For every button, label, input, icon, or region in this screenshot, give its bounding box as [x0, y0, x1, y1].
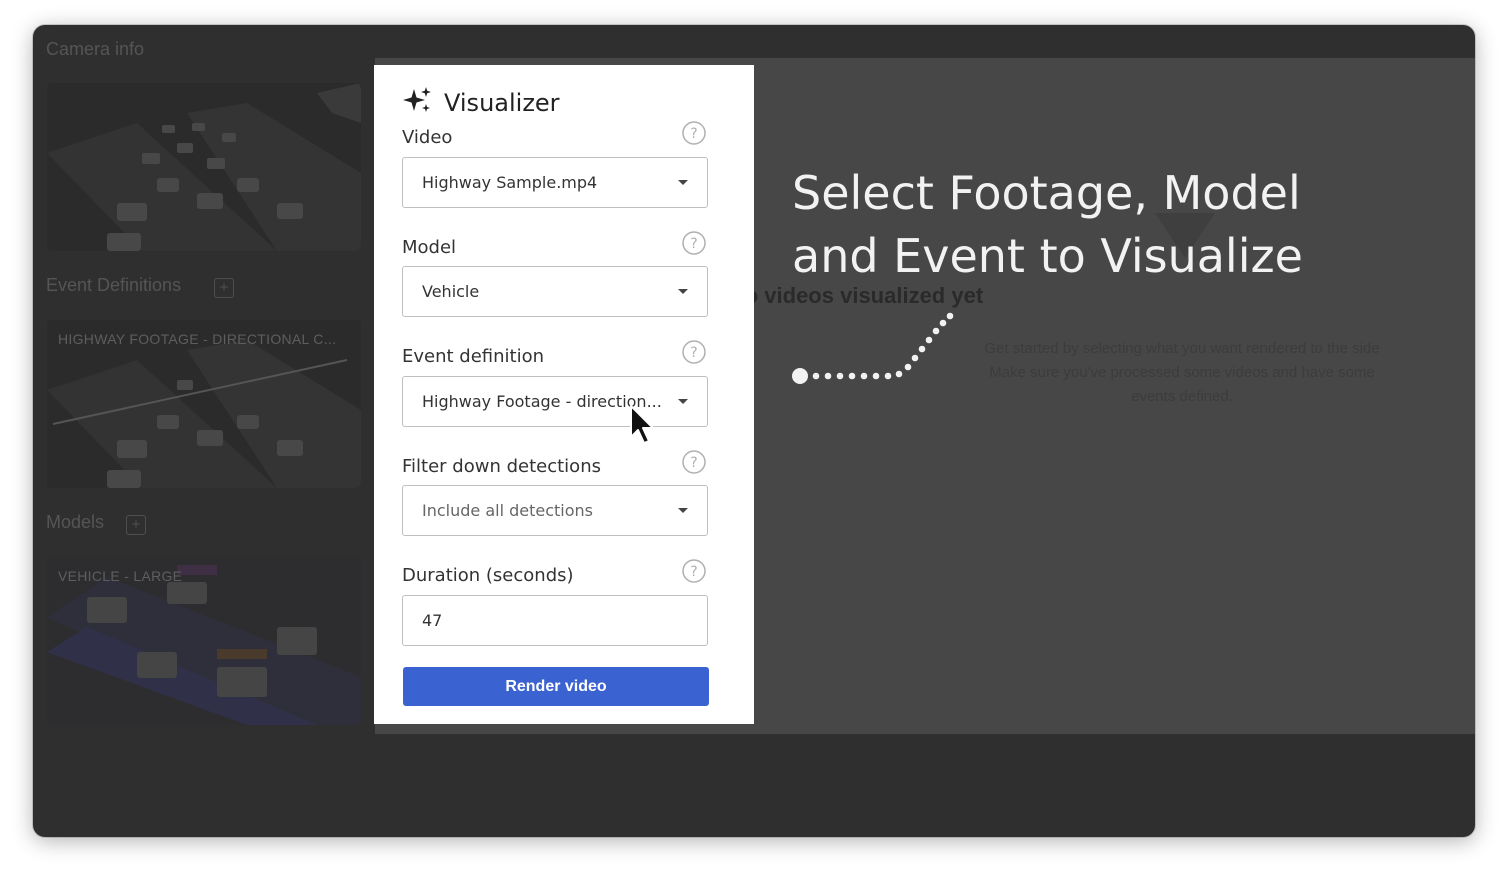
video-label: Video [402, 127, 453, 148]
overlay-callout-heading: Select Footage, Model and Event to Visua… [792, 166, 1303, 283]
highway-image [47, 83, 361, 251]
help-icon[interactable]: ? [682, 340, 706, 364]
camera-thumbnail[interactable] [47, 83, 361, 251]
caret-down-icon [678, 508, 688, 513]
event-definition-select[interactable]: Highway Footage - direction... [402, 376, 708, 427]
event-definition-card[interactable]: HIGHWAY FOOTAGE - DIRECTIONAL C... [47, 320, 361, 488]
sparkle-icon [403, 87, 431, 112]
mouse-cursor-icon [630, 405, 654, 444]
event-definition-select-value: Highway Footage - direction... [422, 392, 662, 411]
help-icon[interactable]: ? [682, 559, 706, 583]
help-icon[interactable]: ? [682, 121, 706, 145]
camera-info-title: Camera info [46, 39, 145, 59]
duration-label: Duration (seconds) [402, 565, 574, 586]
svg-text:?: ? [690, 564, 697, 580]
caret-down-icon [678, 399, 688, 404]
svg-text:?: ? [690, 455, 697, 471]
video-select-value: Highway Sample.mp4 [422, 173, 598, 192]
model-select[interactable]: Vehicle [402, 266, 708, 317]
render-video-button[interactable]: Render video [403, 667, 709, 706]
models-title: Models [46, 512, 105, 532]
event-definitions-title: Event Definitions [46, 275, 182, 295]
sidebar: Camera info Event Definitions + HIGHWAY … [33, 25, 375, 837]
filter-select-placeholder: Include all detections [422, 501, 594, 520]
empty-state-description: Get started by selecting what you want r… [984, 340, 1380, 405]
video-select[interactable]: Highway Sample.mp4 [402, 157, 708, 208]
plus-icon: + [219, 279, 229, 296]
svg-text:?: ? [690, 126, 697, 142]
svg-text:?: ? [690, 236, 697, 252]
model-label: Model [402, 237, 457, 258]
app-window: Camera info Event Definitions + HIGHWAY … [33, 25, 1475, 837]
model-card[interactable]: VEHICLE - LARGE [47, 557, 361, 725]
plus-icon: + [131, 516, 141, 533]
add-event-definition-button[interactable]: + [214, 278, 234, 298]
model-select-value: Vehicle [422, 282, 480, 301]
event-definition-label: Event definition [402, 346, 545, 367]
duration-input[interactable]: 47 [402, 595, 708, 646]
svg-text:?: ? [690, 345, 697, 361]
add-model-button[interactable]: + [126, 515, 146, 535]
event-card-label: HIGHWAY FOOTAGE - DIRECTIONAL C... [58, 331, 337, 347]
dotted-arrow-icon [792, 312, 954, 384]
filter-detections-select[interactable]: Include all detections [402, 485, 708, 536]
model-card-label: VEHICLE - LARGE [58, 568, 183, 584]
filter-label: Filter down detections [402, 456, 601, 477]
caret-down-icon [678, 289, 688, 294]
duration-input-value: 47 [422, 611, 443, 630]
caret-down-icon [678, 180, 688, 185]
help-icon[interactable]: ? [682, 231, 706, 255]
visualizer-panel: Visualizer Video ? Highway Sample.mp4 Mo… [374, 65, 754, 724]
visualizer-title: Visualizer [444, 89, 560, 117]
help-icon[interactable]: ? [682, 450, 706, 474]
